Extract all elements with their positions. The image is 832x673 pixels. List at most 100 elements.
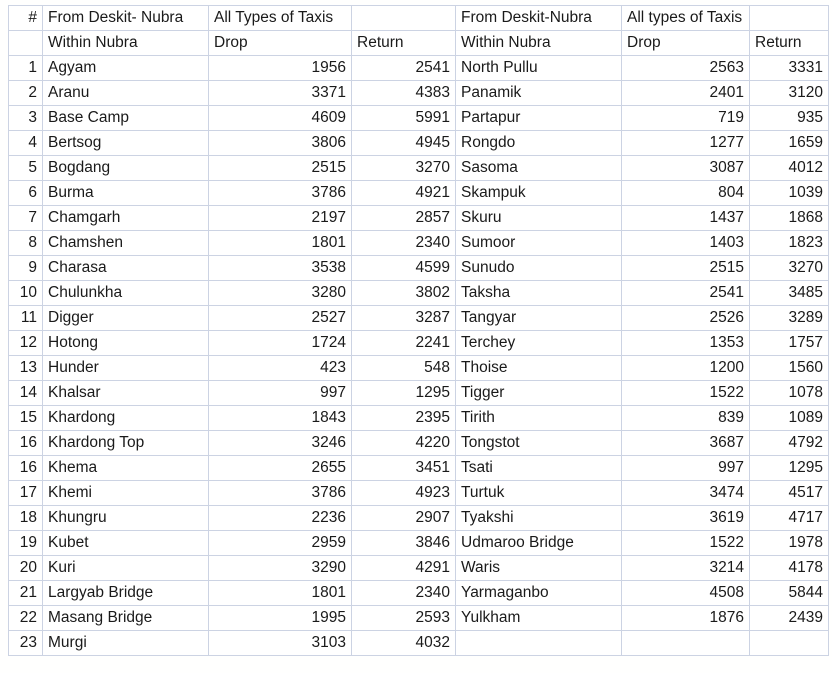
cell-left-drop[interactable]: 1843 <box>208 405 352 431</box>
cell-right-return[interactable]: 1978 <box>749 530 829 556</box>
cell-left-name[interactable]: Base Camp <box>42 105 209 131</box>
cell-right-return[interactable]: 4178 <box>749 555 829 581</box>
cell-left-return[interactable]: 5991 <box>351 105 456 131</box>
cell-left-name[interactable]: Bogdang <box>42 155 209 181</box>
cell-index[interactable]: 16 <box>8 430 43 456</box>
cell-left-drop[interactable]: 423 <box>208 355 352 381</box>
cell-right-name[interactable]: Waris <box>455 555 622 581</box>
cell-left-drop[interactable]: 1956 <box>208 55 352 81</box>
cell-right-name[interactable]: Tsati <box>455 455 622 481</box>
cell-left-return[interactable]: 2340 <box>351 230 456 256</box>
table-row[interactable]: 18 Khungru 2236 2907 Tyakshi 3619 4717 <box>8 505 829 531</box>
cell-right-drop[interactable]: 2526 <box>621 305 750 331</box>
cell-right-return[interactable]: 4792 <box>749 430 829 456</box>
cell-left-return[interactable]: 4921 <box>351 180 456 206</box>
table-row[interactable]: 17 Khemi 3786 4923 Turtuk 3474 4517 <box>8 480 829 506</box>
cell-right-return[interactable]: 1089 <box>749 405 829 431</box>
cell-right-name[interactable]: Udmaroo Bridge <box>455 530 622 556</box>
cell-right-name[interactable]: Sunudo <box>455 255 622 281</box>
table-row[interactable]: 8 Chamshen 1801 2340 Sumoor 1403 1823 <box>8 230 829 256</box>
cell-right-drop[interactable]: 2401 <box>621 80 750 106</box>
cell-left-name[interactable]: Chulunkha <box>42 280 209 306</box>
cell-left-name[interactable]: Murgi <box>42 630 209 656</box>
table-row[interactable]: 23 Murgi 3103 4032 <box>8 630 829 656</box>
cell-left-return[interactable]: 548 <box>351 355 456 381</box>
cell-left-drop[interactable]: 2197 <box>208 205 352 231</box>
table-row[interactable]: 10 Chulunkha 3280 3802 Taksha 2541 3485 <box>8 280 829 306</box>
cell-left-return[interactable]: 4599 <box>351 255 456 281</box>
cell-right-return[interactable]: 1757 <box>749 330 829 356</box>
cell-right-return[interactable]: 1868 <box>749 205 829 231</box>
table-row[interactable]: 1 Agyam 1956 2541 North Pullu 2563 3331 <box>8 55 829 81</box>
cell-right-name[interactable]: North Pullu <box>455 55 622 81</box>
cell-index[interactable]: 3 <box>8 105 43 131</box>
cell-right-drop[interactable]: 839 <box>621 405 750 431</box>
cell-right-return[interactable]: 935 <box>749 105 829 131</box>
cell-left-return[interactable]: 2340 <box>351 580 456 606</box>
cell-right-return[interactable]: 4517 <box>749 480 829 506</box>
cell-index[interactable]: 6 <box>8 180 43 206</box>
cell-right-drop[interactable]: 2515 <box>621 255 750 281</box>
cell-left-return[interactable]: 4945 <box>351 130 456 156</box>
cell-index[interactable]: 10 <box>8 280 43 306</box>
cell-left-drop[interactable]: 4609 <box>208 105 352 131</box>
cell-right-name[interactable]: Rongdo <box>455 130 622 156</box>
cell-right-drop[interactable]: 719 <box>621 105 750 131</box>
table-row[interactable]: 19 Kubet 2959 3846 Udmaroo Bridge 1522 1978 <box>8 530 829 556</box>
cell-right-drop[interactable]: 3687 <box>621 430 750 456</box>
cell-left-return[interactable]: 3802 <box>351 280 456 306</box>
cell-left-return[interactable]: 2857 <box>351 205 456 231</box>
cell-right-drop[interactable]: 997 <box>621 455 750 481</box>
cell-right-drop[interactable]: 3214 <box>621 555 750 581</box>
cell-index[interactable]: 11 <box>8 305 43 331</box>
cell-right-name[interactable]: Tigger <box>455 380 622 406</box>
cell-index[interactable]: 5 <box>8 155 43 181</box>
table-row[interactable]: 9 Charasa 3538 4599 Sunudo 2515 3270 <box>8 255 829 281</box>
cell-index[interactable]: 14 <box>8 380 43 406</box>
cell-right-return[interactable]: 1295 <box>749 455 829 481</box>
cell-left-drop[interactable]: 3246 <box>208 430 352 456</box>
cell-index[interactable]: 13 <box>8 355 43 381</box>
cell-index[interactable]: 7 <box>8 205 43 231</box>
cell-right-name[interactable]: Sasoma <box>455 155 622 181</box>
cell-left-return[interactable]: 4923 <box>351 480 456 506</box>
cell-left-drop[interactable]: 2959 <box>208 530 352 556</box>
cell-left-drop[interactable]: 3280 <box>208 280 352 306</box>
cell-right-name[interactable]: Tongstot <box>455 430 622 456</box>
cell-left-return[interactable]: 2907 <box>351 505 456 531</box>
cell-left-name[interactable]: Burma <box>42 180 209 206</box>
cell-index[interactable]: 4 <box>8 130 43 156</box>
cell-right-drop[interactable]: 804 <box>621 180 750 206</box>
cell-left-name[interactable]: Charasa <box>42 255 209 281</box>
cell-left-name[interactable]: Khardong Top <box>42 430 209 456</box>
cell-right-return[interactable]: 1078 <box>749 380 829 406</box>
cell-left-drop[interactable]: 2236 <box>208 505 352 531</box>
cell-left-drop[interactable]: 3290 <box>208 555 352 581</box>
cell-right-return[interactable]: 4012 <box>749 155 829 181</box>
cell-right-return[interactable]: 5844 <box>749 580 829 606</box>
table-row[interactable]: 5 Bogdang 2515 3270 Sasoma 3087 4012 <box>8 155 829 181</box>
table-row[interactable]: 4 Bertsog 3806 4945 Rongdo 1277 1659 <box>8 130 829 156</box>
cell-left-return[interactable]: 3451 <box>351 455 456 481</box>
cell-left-drop[interactable]: 3786 <box>208 480 352 506</box>
cell-right-return[interactable]: 1039 <box>749 180 829 206</box>
table-row[interactable]: 13 Hunder 423 548 Thoise 1200 1560 <box>8 355 829 381</box>
cell-right-return[interactable]: 1823 <box>749 230 829 256</box>
table-row[interactable]: 21 Largyab Bridge 1801 2340 Yarmaganbo 4508 58… <box>8 580 829 606</box>
cell-left-return[interactable]: 4220 <box>351 430 456 456</box>
table-row[interactable]: 2 Aranu 3371 4383 Panamik 2401 3120 <box>8 80 829 106</box>
cell-index[interactable]: 8 <box>8 230 43 256</box>
cell-index[interactable]: 9 <box>8 255 43 281</box>
cell-right-return[interactable]: 1659 <box>749 130 829 156</box>
cell-right-drop[interactable]: 3474 <box>621 480 750 506</box>
cell-left-drop[interactable]: 3103 <box>208 630 352 656</box>
table-row[interactable]: 3 Base Camp 4609 5991 Partapur 719 935 <box>8 105 829 131</box>
cell-index[interactable]: 1 <box>8 55 43 81</box>
cell-left-name[interactable]: Masang Bridge <box>42 605 209 631</box>
cell-left-return[interactable]: 4383 <box>351 80 456 106</box>
cell-right-name[interactable]: Yarmaganbo <box>455 580 622 606</box>
table-row[interactable]: 20 Kuri 3290 4291 Waris 3214 4178 <box>8 555 829 581</box>
cell-right-name[interactable]: Yulkham <box>455 605 622 631</box>
cell-right-name[interactable]: Panamik <box>455 80 622 106</box>
cell-right-drop[interactable]: 1437 <box>621 205 750 231</box>
